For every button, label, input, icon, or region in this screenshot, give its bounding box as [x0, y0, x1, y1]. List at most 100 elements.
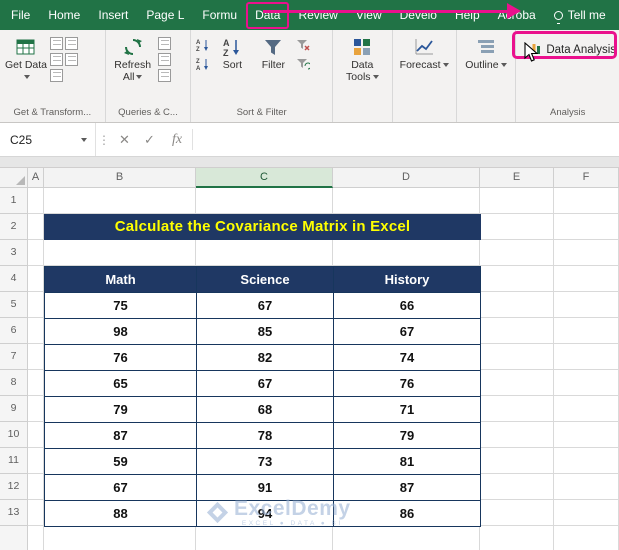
row-header-6[interactable]: 6 — [0, 318, 28, 344]
filter-button[interactable]: Filter — [252, 33, 294, 71]
cell-F5[interactable] — [554, 292, 619, 318]
table-cell[interactable]: 79 — [45, 397, 197, 423]
cell-D1[interactable] — [333, 188, 480, 214]
tab-file[interactable]: File — [2, 0, 39, 30]
table-cell[interactable]: 85 — [197, 319, 334, 345]
document-icon[interactable] — [65, 53, 78, 66]
table-cell[interactable]: 87 — [334, 475, 481, 501]
cell-A7[interactable] — [28, 344, 44, 370]
table-cell[interactable]: 94 — [197, 501, 334, 527]
cell-E5[interactable] — [480, 292, 554, 318]
tab-help[interactable]: Help — [446, 0, 489, 30]
cell-F2[interactable] — [554, 214, 619, 240]
cell-D3[interactable] — [333, 240, 480, 266]
row-header-10[interactable]: 10 — [0, 422, 28, 448]
table-cell[interactable]: 73 — [197, 449, 334, 475]
enter-icon[interactable]: ✓ — [137, 123, 162, 156]
table-cell[interactable]: 88 — [45, 501, 197, 527]
tab-home[interactable]: Home — [39, 0, 89, 30]
table-cell[interactable]: 91 — [197, 475, 334, 501]
table-header-science[interactable]: Science — [197, 267, 334, 293]
cancel-icon[interactable]: ✕ — [112, 123, 137, 156]
cell-F4[interactable] — [554, 266, 619, 292]
row-header-11[interactable]: 11 — [0, 448, 28, 474]
document-icon[interactable] — [50, 53, 63, 66]
tab-tell-me[interactable]: Tell me — [545, 0, 615, 30]
table-cell[interactable]: 74 — [334, 345, 481, 371]
cell-A1[interactable] — [28, 188, 44, 214]
column-header-e[interactable]: E — [480, 168, 554, 188]
cell-A5[interactable] — [28, 292, 44, 318]
sort-button[interactable]: AZ Sort — [212, 33, 252, 71]
data-tools-button[interactable]: Data Tools — [339, 33, 385, 83]
forecast-button[interactable]: Forecast — [398, 33, 450, 71]
table-cell[interactable]: 67 — [197, 293, 334, 319]
cell-E1[interactable] — [480, 188, 554, 214]
cell-A3[interactable] — [28, 240, 44, 266]
cell-F3[interactable] — [554, 240, 619, 266]
document-icon[interactable] — [50, 69, 63, 82]
cell-F11[interactable] — [554, 448, 619, 474]
cell-E10[interactable] — [480, 422, 554, 448]
table-cell[interactable]: 76 — [334, 371, 481, 397]
column-header-f[interactable]: F — [554, 168, 619, 188]
cell-A10[interactable] — [28, 422, 44, 448]
cell-A8[interactable] — [28, 370, 44, 396]
cell-A11[interactable] — [28, 448, 44, 474]
cell-E11[interactable] — [480, 448, 554, 474]
outline-button[interactable]: Outline — [463, 33, 509, 71]
column-header-d[interactable]: D — [333, 168, 480, 188]
refresh-all-button[interactable]: Refresh All — [109, 33, 157, 83]
table-cell[interactable]: 59 — [45, 449, 197, 475]
row-header-3[interactable]: 3 — [0, 240, 28, 266]
cell-F10[interactable] — [554, 422, 619, 448]
row-header-13[interactable]: 13 — [0, 500, 28, 526]
cell-E6[interactable] — [480, 318, 554, 344]
table-cell[interactable]: 68 — [197, 397, 334, 423]
row-header-12[interactable]: 12 — [0, 474, 28, 500]
cell-E13[interactable] — [480, 500, 554, 526]
cell-B3[interactable] — [44, 240, 196, 266]
cell-E9[interactable] — [480, 396, 554, 422]
table-cell[interactable]: 75 — [45, 293, 197, 319]
cell-A2[interactable] — [28, 214, 44, 240]
insert-function-icon[interactable]: fx — [162, 123, 192, 156]
cell-F6[interactable] — [554, 318, 619, 344]
clear-filter-icon[interactable] — [295, 37, 311, 53]
row-header-5[interactable]: 5 — [0, 292, 28, 318]
table-cell[interactable]: 87 — [45, 423, 197, 449]
properties-icon[interactable] — [157, 37, 171, 50]
cell-E4[interactable] — [480, 266, 554, 292]
cell-E12[interactable] — [480, 474, 554, 500]
get-data-button[interactable]: Get Data — [3, 33, 49, 83]
row-header-8[interactable]: 8 — [0, 370, 28, 396]
sort-za-icon[interactable]: ZA — [195, 56, 211, 72]
cell-B1[interactable] — [44, 188, 196, 214]
table-cell[interactable]: 79 — [334, 423, 481, 449]
select-all-corner[interactable] — [0, 168, 28, 188]
cell-A6[interactable] — [28, 318, 44, 344]
edit-links-icon[interactable] — [157, 53, 171, 66]
table-cell[interactable]: 67 — [334, 319, 481, 345]
document-icon[interactable] — [65, 37, 78, 50]
cell-F9[interactable] — [554, 396, 619, 422]
table-cell[interactable]: 82 — [197, 345, 334, 371]
tab-insert[interactable]: Insert — [89, 0, 137, 30]
table-cell[interactable]: 98 — [45, 319, 197, 345]
worksheet-title[interactable]: Calculate the Covariance Matrix in Excel — [44, 214, 481, 240]
cell-F8[interactable] — [554, 370, 619, 396]
table-header-math[interactable]: Math — [45, 267, 197, 293]
table-cell[interactable]: 65 — [45, 371, 197, 397]
row-header-4[interactable]: 4 — [0, 266, 28, 292]
cell-A4[interactable] — [28, 266, 44, 292]
cell-A13[interactable] — [28, 500, 44, 526]
table-cell[interactable]: 67 — [45, 475, 197, 501]
tab-review[interactable]: Review — [289, 0, 346, 30]
cell-F13[interactable] — [554, 500, 619, 526]
column-header-a[interactable]: A — [28, 168, 44, 188]
sort-az-icon[interactable]: AZ — [195, 37, 211, 53]
reapply-filter-icon[interactable] — [295, 56, 311, 72]
cell-F7[interactable] — [554, 344, 619, 370]
cell-C3[interactable] — [196, 240, 333, 266]
column-header-b[interactable]: B — [44, 168, 196, 188]
